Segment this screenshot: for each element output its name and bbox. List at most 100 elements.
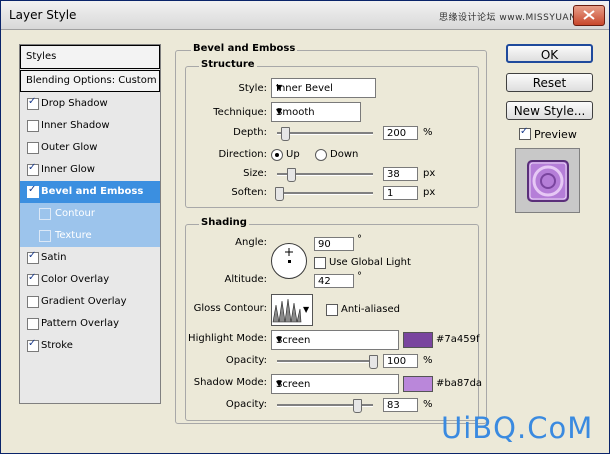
effect-checkbox[interactable] [39, 230, 51, 242]
highlight-mode-label: Highlight Mode: [188, 333, 267, 344]
effect-item-stroke[interactable]: Stroke [20, 335, 160, 357]
effect-checkbox[interactable] [27, 272, 39, 286]
highlight-mode-dropdown[interactable]: Screen ▼ [271, 330, 399, 350]
effect-item-satin[interactable]: Satin [20, 247, 160, 269]
direction-label: Direction: [218, 149, 267, 160]
size-input[interactable]: 38 [383, 167, 418, 181]
effect-checkbox[interactable] [27, 318, 39, 330]
contour-curve-icon [272, 298, 302, 323]
technique-label: Technique: [213, 107, 267, 118]
effect-checkbox[interactable] [39, 208, 51, 220]
styles-list: Styles Blending Options: Custom Drop Sha… [19, 44, 161, 404]
angle-label: Angle: [235, 237, 267, 248]
shadow-opacity-input[interactable]: 83 [383, 398, 418, 412]
depth-slider-track[interactable] [277, 132, 373, 135]
effect-label: Drop Shadow [41, 98, 108, 109]
effect-checkbox[interactable] [27, 250, 39, 264]
chevron-down-icon: ▼ [276, 379, 283, 388]
window-title: Layer Style [9, 8, 77, 22]
effect-item-texture[interactable]: Texture [20, 225, 160, 247]
effect-item-drop-shadow[interactable]: Drop Shadow [20, 93, 160, 115]
highlight-opacity-unit: % [423, 355, 433, 366]
shadow-opacity-thumb[interactable] [352, 399, 362, 413]
global-light-label: Use Global Light [329, 257, 411, 268]
effect-label: Stroke [41, 340, 73, 351]
size-unit: px [423, 168, 436, 179]
depth-label: Depth: [233, 127, 267, 138]
angle-input[interactable]: 90 [314, 237, 354, 251]
depth-input[interactable]: 200 [383, 126, 418, 140]
new-style-button[interactable]: New Style... [506, 101, 593, 120]
effect-item-gradient-overlay[interactable]: Gradient Overlay [20, 291, 160, 313]
effect-item-bevel-and-emboss[interactable]: Bevel and Emboss [20, 181, 160, 203]
effect-checkbox[interactable] [27, 338, 39, 352]
technique-dropdown[interactable]: Smooth ▼ [271, 102, 361, 122]
effect-checkbox[interactable] [27, 162, 39, 176]
altitude-unit: ° [357, 271, 362, 282]
highlight-opacity-input[interactable]: 100 [383, 354, 418, 368]
shadow-mode-dropdown[interactable]: Screen ▼ [271, 374, 399, 394]
highlight-opacity-label: Opacity: [225, 355, 267, 366]
gloss-contour-label: Gloss Contour: [193, 303, 267, 314]
bevel-emboss-title: Bevel and Emboss [191, 43, 298, 54]
soften-slider-thumb[interactable] [274, 187, 284, 201]
shadow-color-swatch[interactable] [403, 376, 433, 392]
effect-item-color-overlay[interactable]: Color Overlay [20, 269, 160, 291]
close-button[interactable] [573, 5, 605, 26]
effect-label: Gradient Overlay [41, 296, 127, 307]
preview-checkbox[interactable] [519, 126, 531, 140]
preview-thumbnail [515, 148, 580, 213]
chevron-down-icon: ▼ [303, 305, 310, 314]
anti-aliased-checkbox[interactable] [326, 304, 338, 316]
effect-checkbox[interactable] [27, 184, 39, 198]
blending-options[interactable]: Blending Options: Custom [20, 70, 160, 92]
effect-label: Texture [55, 230, 92, 241]
altitude-label: Altitude: [224, 274, 267, 285]
global-light-checkbox[interactable] [314, 257, 326, 269]
direction-up-radio[interactable] [271, 149, 283, 161]
depth-unit: % [423, 127, 433, 138]
effect-checkbox[interactable] [27, 120, 39, 132]
angle-dial[interactable] [271, 243, 307, 279]
reset-button[interactable]: Reset [506, 73, 593, 92]
effect-checkbox[interactable] [27, 142, 39, 154]
soften-input[interactable]: 1 [383, 186, 418, 200]
shadow-opacity-unit: % [423, 399, 433, 410]
soften-unit: px [423, 187, 436, 198]
direction-up-label: Up [286, 149, 300, 160]
highlight-opacity-track[interactable] [277, 360, 373, 363]
ok-button[interactable]: OK [506, 44, 593, 63]
size-label: Size: [243, 168, 267, 179]
soften-slider-track[interactable] [277, 192, 373, 195]
effect-label: Inner Glow [41, 164, 95, 175]
preview-image [527, 160, 569, 202]
depth-slider-thumb[interactable] [280, 127, 290, 141]
effect-label: Pattern Overlay [41, 318, 120, 329]
effect-label: Bevel and Emboss [41, 186, 144, 197]
effect-item-inner-shadow[interactable]: Inner Shadow [20, 115, 160, 137]
preview-label: Preview [534, 128, 577, 141]
effect-item-pattern-overlay[interactable]: Pattern Overlay [20, 313, 160, 335]
gloss-contour-picker[interactable]: ▼ [271, 294, 313, 326]
chevron-down-icon: ▼ [276, 83, 283, 92]
styles-header-label: Styles [26, 51, 57, 62]
anti-aliased-label: Anti-aliased [341, 304, 401, 315]
shading-title: Shading [199, 217, 249, 228]
effect-item-outer-glow[interactable]: Outer Glow [20, 137, 160, 159]
effect-checkbox[interactable] [27, 296, 39, 308]
effect-checkbox[interactable] [27, 96, 39, 110]
effect-item-inner-glow[interactable]: Inner Glow [20, 159, 160, 181]
size-slider-thumb[interactable] [287, 168, 297, 182]
angle-unit: ° [357, 234, 362, 245]
structure-title: Structure [199, 59, 257, 70]
altitude-input[interactable]: 42 [314, 274, 354, 288]
style-dropdown[interactable]: Inner Bevel ▼ [271, 78, 376, 98]
effect-label: Outer Glow [41, 142, 98, 153]
styles-header[interactable]: Styles [20, 45, 160, 69]
highlight-color-swatch[interactable] [403, 332, 433, 348]
direction-down-radio[interactable] [315, 149, 327, 161]
highlight-opacity-thumb[interactable] [369, 355, 378, 369]
chevron-down-icon: ▼ [276, 335, 283, 344]
effect-item-contour[interactable]: Contour [20, 203, 160, 225]
title-bar: Layer Style 思缘设计论坛 www.MISSYUAN.COM [1, 1, 609, 30]
